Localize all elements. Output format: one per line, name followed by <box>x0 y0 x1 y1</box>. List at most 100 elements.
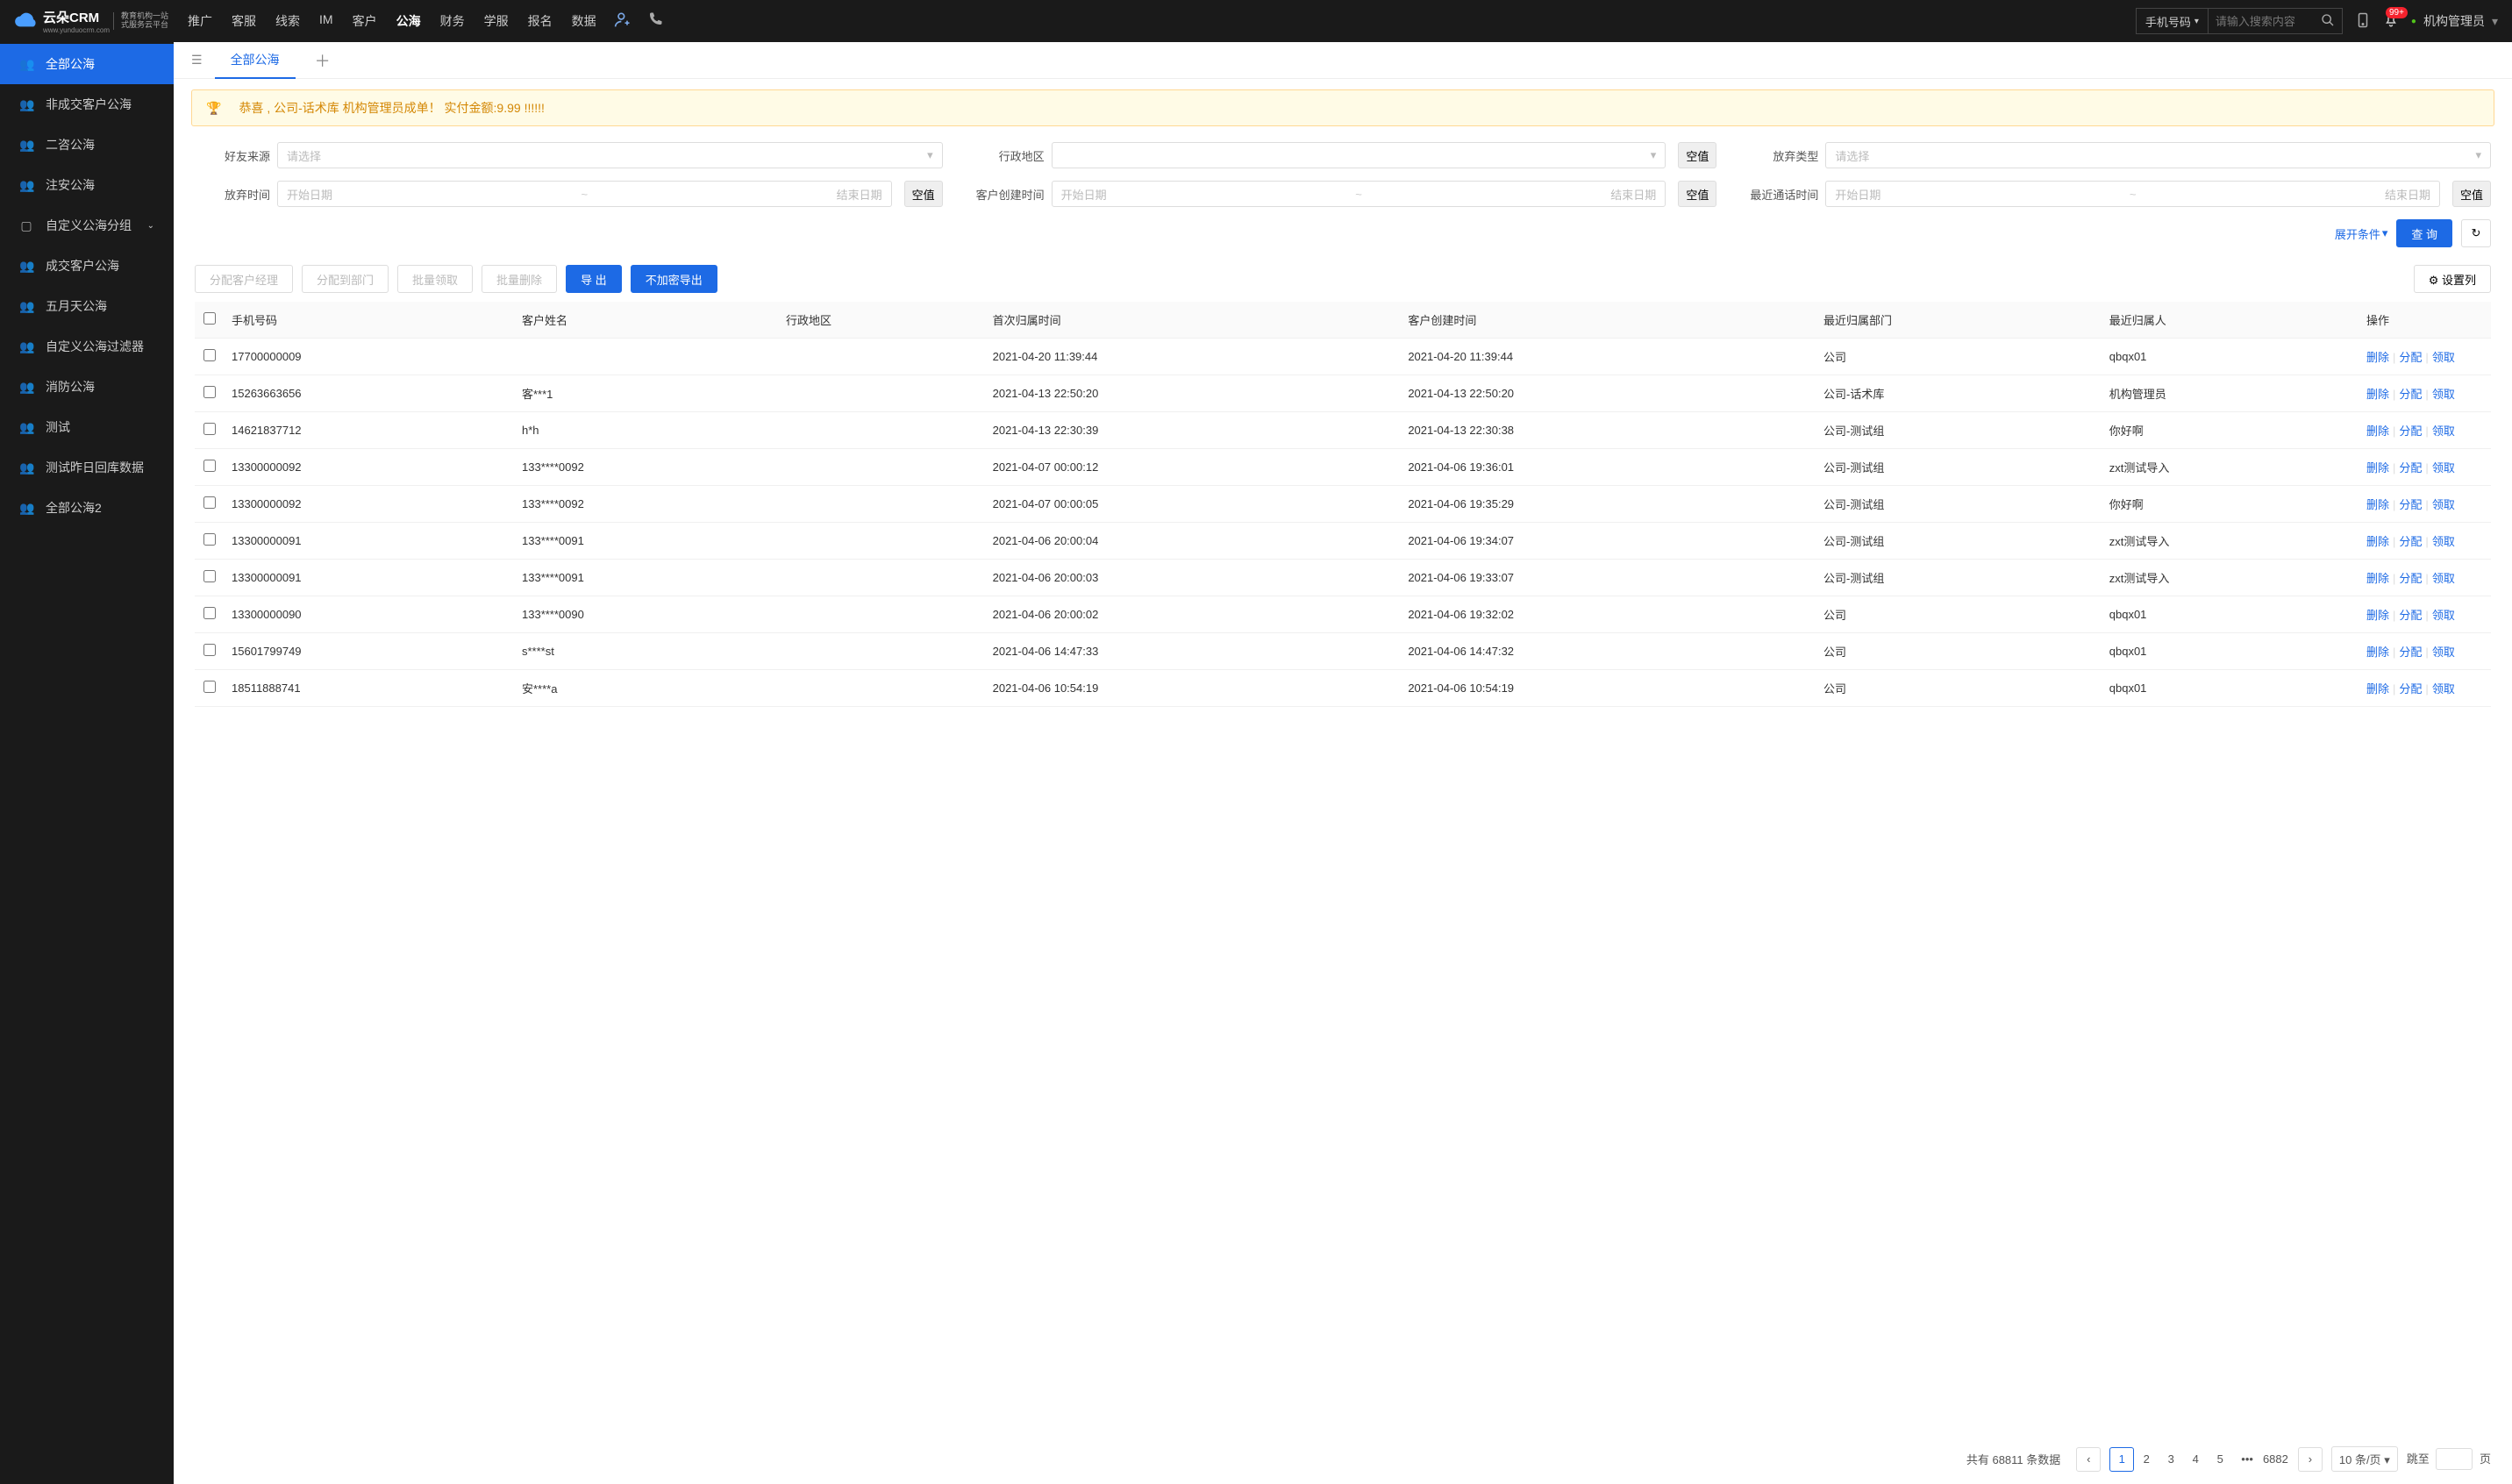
region-select[interactable]: ▾ <box>1052 142 1666 168</box>
select-all[interactable] <box>203 312 216 325</box>
search-input[interactable] <box>2209 15 2314 28</box>
sidebar-item[interactable]: 👥全部公海 <box>0 44 174 84</box>
assign-link[interactable]: 分配 <box>2399 535 2422 548</box>
search-type-select[interactable]: 手机号码 ▾ <box>2137 9 2209 33</box>
next-page[interactable]: › <box>2298 1447 2323 1472</box>
delete-link[interactable]: 删除 <box>2366 461 2389 474</box>
nav-数据[interactable]: 数据 <box>570 9 598 33</box>
create-time-range[interactable]: 开始日期~结束日期 <box>1052 181 1666 207</box>
nav-财务[interactable]: 财务 <box>439 9 467 33</box>
export-plain-button[interactable]: 不加密导出 <box>631 265 717 293</box>
take-link[interactable]: 领取 <box>2432 572 2455 585</box>
mobile-icon[interactable] <box>2355 12 2371 31</box>
row-select[interactable] <box>203 349 216 361</box>
take-link[interactable]: 领取 <box>2432 682 2455 696</box>
take-link[interactable]: 领取 <box>2432 609 2455 622</box>
user-add-icon[interactable] <box>614 11 632 32</box>
batch-take-button[interactable]: 批量领取 <box>397 265 473 293</box>
list-icon[interactable]: ☰ <box>182 47 211 73</box>
sidebar-item[interactable]: 👥全部公海2 <box>0 488 174 528</box>
row-select[interactable] <box>203 644 216 656</box>
delete-link[interactable]: 删除 <box>2366 498 2389 511</box>
set-columns-button[interactable]: ⚙ 设置列 <box>2414 265 2491 293</box>
assign-link[interactable]: 分配 <box>2399 425 2422 438</box>
search-icon[interactable] <box>2314 13 2342 30</box>
sidebar-item[interactable]: 👥成交客户公海 <box>0 246 174 286</box>
take-link[interactable]: 领取 <box>2432 498 2455 511</box>
take-link[interactable]: 领取 <box>2432 461 2455 474</box>
nav-客服[interactable]: 客服 <box>230 9 258 33</box>
row-select[interactable] <box>203 607 216 619</box>
delete-link[interactable]: 删除 <box>2366 535 2389 548</box>
take-link[interactable]: 领取 <box>2432 425 2455 438</box>
sidebar-item[interactable]: 👥非成交客户公海 <box>0 84 174 125</box>
nav-IM[interactable]: IM <box>318 9 335 33</box>
delete-link[interactable]: 删除 <box>2366 609 2389 622</box>
nav-客户[interactable]: 客户 <box>351 9 379 33</box>
assign-link[interactable]: 分配 <box>2399 646 2422 659</box>
assign-link[interactable]: 分配 <box>2399 609 2422 622</box>
sidebar-item[interactable]: 👥测试 <box>0 407 174 447</box>
assign-link[interactable]: 分配 <box>2399 682 2422 696</box>
row-select[interactable] <box>203 460 216 472</box>
admin-menu[interactable]: 机构管理员 ▾ <box>2411 12 2498 30</box>
page-num[interactable]: 1 <box>2109 1447 2134 1472</box>
assign-link[interactable]: 分配 <box>2399 498 2422 511</box>
take-link[interactable]: 领取 <box>2432 646 2455 659</box>
row-select[interactable] <box>203 570 216 582</box>
refresh-button[interactable]: ↻ <box>2461 219 2491 247</box>
tab-add-button[interactable]: ＋ <box>315 49 331 72</box>
tab-active[interactable]: 全部公海 <box>215 42 296 79</box>
nav-线索[interactable]: 线索 <box>274 9 302 33</box>
nav-公海[interactable]: 公海 <box>395 9 423 33</box>
assign-manager-button[interactable]: 分配客户经理 <box>195 265 293 293</box>
phone-icon[interactable] <box>647 11 663 32</box>
query-button[interactable]: 查 询 <box>2396 219 2452 247</box>
sidebar-item[interactable]: ▢自定义公海分组⌄ <box>0 205 174 246</box>
null-button[interactable]: 空值 <box>2452 181 2491 207</box>
page-num[interactable]: 5 <box>2208 1447 2232 1472</box>
assign-link[interactable]: 分配 <box>2399 388 2422 401</box>
assign-link[interactable]: 分配 <box>2399 351 2422 364</box>
abandon-time-range[interactable]: 开始日期~结束日期 <box>277 181 892 207</box>
bell-icon[interactable]: 99+ <box>2383 12 2399 31</box>
take-link[interactable]: 领取 <box>2432 388 2455 401</box>
assign-link[interactable]: 分配 <box>2399 461 2422 474</box>
sidebar-item[interactable]: 👥二咨公海 <box>0 125 174 165</box>
last-call-range[interactable]: 开始日期~结束日期 <box>1825 181 2440 207</box>
null-button[interactable]: 空值 <box>904 181 943 207</box>
row-select[interactable] <box>203 423 216 435</box>
delete-link[interactable]: 删除 <box>2366 682 2389 696</box>
page-jump-input[interactable] <box>2436 1448 2473 1470</box>
prev-page[interactable]: ‹ <box>2076 1447 2101 1472</box>
null-button[interactable]: 空值 <box>1678 142 1716 168</box>
nav-报名[interactable]: 报名 <box>526 9 554 33</box>
source-select[interactable]: 请选择▾ <box>277 142 943 168</box>
page-num[interactable]: 4 <box>2183 1447 2208 1472</box>
delete-link[interactable]: 删除 <box>2366 646 2389 659</box>
per-page-select[interactable]: 10 条/页 ▾ <box>2331 1446 2398 1472</box>
sidebar-item[interactable]: 👥自定义公海过滤器 <box>0 326 174 367</box>
row-select[interactable] <box>203 681 216 693</box>
expand-filters[interactable]: 展开条件▾ <box>2335 225 2388 242</box>
page-num[interactable]: 2 <box>2134 1447 2159 1472</box>
sidebar-item[interactable]: 👥注安公海 <box>0 165 174 205</box>
sidebar-item[interactable]: 👥五月天公海 <box>0 286 174 326</box>
assign-dept-button[interactable]: 分配到部门 <box>302 265 389 293</box>
delete-link[interactable]: 删除 <box>2366 425 2389 438</box>
row-select[interactable] <box>203 496 216 509</box>
take-link[interactable]: 领取 <box>2432 535 2455 548</box>
row-select[interactable] <box>203 533 216 546</box>
abandon-type-select[interactable]: 请选择▾ <box>1825 142 2491 168</box>
page-num[interactable]: 3 <box>2159 1447 2183 1472</box>
batch-delete-button[interactable]: 批量删除 <box>482 265 557 293</box>
nav-学服[interactable]: 学服 <box>482 9 510 33</box>
delete-link[interactable]: 删除 <box>2366 351 2389 364</box>
delete-link[interactable]: 删除 <box>2366 388 2389 401</box>
sidebar-item[interactable]: 👥消防公海 <box>0 367 174 407</box>
assign-link[interactable]: 分配 <box>2399 572 2422 585</box>
row-select[interactable] <box>203 386 216 398</box>
take-link[interactable]: 领取 <box>2432 351 2455 364</box>
delete-link[interactable]: 删除 <box>2366 572 2389 585</box>
last-page[interactable]: 6882 <box>2262 1447 2289 1472</box>
